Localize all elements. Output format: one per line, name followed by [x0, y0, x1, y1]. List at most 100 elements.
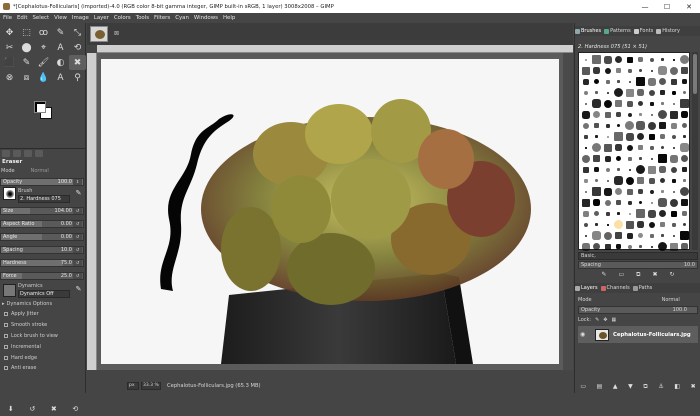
brush-thumbnail[interactable] — [613, 197, 624, 208]
menu-view[interactable]: View — [54, 15, 67, 21]
brush-thumbnail[interactable] — [679, 186, 690, 197]
fuzzy-select-tool-icon[interactable]: ⬤ — [18, 40, 35, 55]
brush-thumbnail[interactable] — [613, 65, 624, 76]
brush-thumbnail[interactable] — [679, 131, 690, 142]
brush-thumbnail[interactable] — [668, 120, 679, 131]
brush-thumbnail[interactable] — [657, 76, 668, 87]
dynamics-preview[interactable] — [3, 284, 16, 297]
undo-history-tab-icon[interactable] — [24, 150, 32, 157]
brush-thumbnail[interactable] — [646, 219, 657, 230]
apply-jitter-checkbox[interactable]: Apply Jitter — [4, 311, 39, 317]
brush-thumbnail[interactable] — [679, 208, 690, 219]
brush-thumbnail[interactable] — [657, 109, 668, 120]
layer-name[interactable]: Cephalotus-Folliculars.jpg — [613, 332, 691, 338]
brush-thumbnail[interactable] — [635, 230, 646, 241]
paintbrush-tool-icon[interactable]: 🖌 — [35, 55, 52, 70]
brush-thumbnail[interactable] — [635, 142, 646, 153]
brush-thumbnail[interactable] — [602, 175, 613, 186]
brush-thumbnail[interactable] — [657, 65, 668, 76]
brush-thumbnail[interactable] — [668, 230, 679, 241]
brush-thumbnail[interactable] — [635, 131, 646, 142]
text-tool-2-icon[interactable]: A — [52, 70, 69, 85]
brush-thumbnail[interactable] — [679, 120, 690, 131]
smooth-stroke-checkbox[interactable]: Smooth stroke — [4, 322, 47, 328]
unit-select[interactable]: px — [127, 381, 139, 390]
brush-thumbnail[interactable] — [591, 197, 602, 208]
close-image-tab-icon[interactable]: ⊠ — [114, 30, 119, 37]
eraser-tool-icon[interactable]: ✖ — [69, 55, 86, 70]
dynamics-options-expander[interactable]: ▸ Dynamics Options — [2, 301, 52, 307]
brush-thumbnail[interactable] — [591, 109, 602, 120]
brush-thumbnail[interactable] — [613, 153, 624, 164]
brush-thumbnail[interactable] — [624, 65, 635, 76]
brush-thumbnail[interactable] — [646, 87, 657, 98]
measure-tool-icon[interactable]: ⌖ — [35, 40, 52, 55]
minimize-button[interactable]: — — [634, 0, 656, 13]
reset-icon[interactable]: ↺ — [73, 208, 82, 214]
brush-thumbnail[interactable] — [657, 219, 668, 230]
brush-thumbnail[interactable] — [668, 54, 679, 65]
move-tool-icon[interactable]: ✥ — [1, 25, 18, 40]
angle-slider[interactable]: Angle 0.00 ↺ — [0, 233, 84, 241]
brush-thumbnail[interactable] — [591, 153, 602, 164]
new-brush-icon[interactable]: ▭ — [619, 271, 625, 280]
brush-thumbnail[interactable] — [613, 131, 624, 142]
tab-layers[interactable]: Layers — [575, 285, 598, 291]
brush-thumbnail[interactable] — [613, 54, 624, 65]
brush-thumbnail[interactable] — [591, 219, 602, 230]
brush-thumbnail[interactable] — [646, 153, 657, 164]
brush-thumbnail[interactable] — [657, 87, 668, 98]
brush-thumbnail[interactable] — [624, 186, 635, 197]
brush-thumbnail[interactable] — [657, 142, 668, 153]
menu-image[interactable]: Image — [72, 15, 89, 21]
spin-icon[interactable]: ⇕ — [73, 179, 82, 185]
brush-thumbnail[interactable] — [646, 98, 657, 109]
bucket-fill-tool-icon[interactable]: ⬛ — [1, 55, 18, 70]
brush-tag-filter[interactable]: Basic, — [578, 252, 698, 260]
brush-thumbnail[interactable] — [602, 241, 613, 252]
brush-thumbnail[interactable] — [635, 76, 646, 87]
brush-thumbnail[interactable] — [624, 241, 635, 252]
brush-thumbnail[interactable] — [602, 131, 613, 142]
lower-layer-icon[interactable]: ▼ — [628, 383, 633, 390]
brush-thumbnail[interactable] — [613, 175, 624, 186]
tab-history[interactable]: History — [656, 28, 680, 34]
delete-brush-icon[interactable]: ✖ — [652, 271, 657, 280]
brush-thumbnail[interactable] — [668, 208, 679, 219]
brush-thumbnail[interactable] — [591, 142, 602, 153]
brush-thumbnail[interactable] — [624, 230, 635, 241]
brush-thumbnail[interactable] — [646, 197, 657, 208]
duplicate-layer-icon[interactable]: ⧉ — [643, 383, 647, 391]
brush-thumbnail[interactable] — [591, 98, 602, 109]
brush-thumbnail[interactable] — [602, 109, 613, 120]
edit-dynamics-icon[interactable]: ✎ — [74, 285, 83, 294]
brush-thumbnail[interactable] — [635, 197, 646, 208]
brush-thumbnail[interactable] — [679, 241, 690, 252]
brush-thumbnail[interactable] — [613, 98, 624, 109]
brush-thumbnail[interactable] — [602, 87, 613, 98]
brush-thumbnail[interactable] — [580, 219, 591, 230]
duplicate-brush-icon[interactable]: ⧉ — [636, 271, 640, 280]
reset-icon[interactable]: ↺ — [73, 247, 82, 253]
brush-thumbnail[interactable] — [580, 87, 591, 98]
menu-cyan[interactable]: Cyan — [175, 15, 189, 21]
tab-channels[interactable]: Channels — [600, 285, 630, 291]
menu-file[interactable]: File — [3, 15, 12, 21]
brush-thumbnail[interactable] — [602, 208, 613, 219]
brush-thumbnail[interactable] — [635, 208, 646, 219]
lock-brush-checkbox[interactable]: Lock brush to view — [4, 333, 58, 339]
brush-thumbnail[interactable] — [591, 54, 602, 65]
brush-thumbnail[interactable] — [668, 109, 679, 120]
brush-thumbnail[interactable] — [668, 76, 679, 87]
brush-thumbnail[interactable] — [613, 109, 624, 120]
smudge-tool-icon[interactable]: 💧 — [35, 70, 52, 85]
brush-thumbnail[interactable] — [668, 175, 679, 186]
brush-name-field[interactable]: 2. Hardness 075 — [18, 195, 70, 203]
brush-thumbnail[interactable] — [580, 109, 591, 120]
brush-thumbnail[interactable] — [613, 219, 624, 230]
brush-thumbnail[interactable] — [591, 208, 602, 219]
brush-thumbnail[interactable] — [624, 87, 635, 98]
menu-filters[interactable]: Filters — [154, 15, 170, 21]
reset-icon[interactable]: ↺ — [73, 234, 82, 240]
save-options-icon[interactable]: ⬇ — [8, 405, 14, 413]
